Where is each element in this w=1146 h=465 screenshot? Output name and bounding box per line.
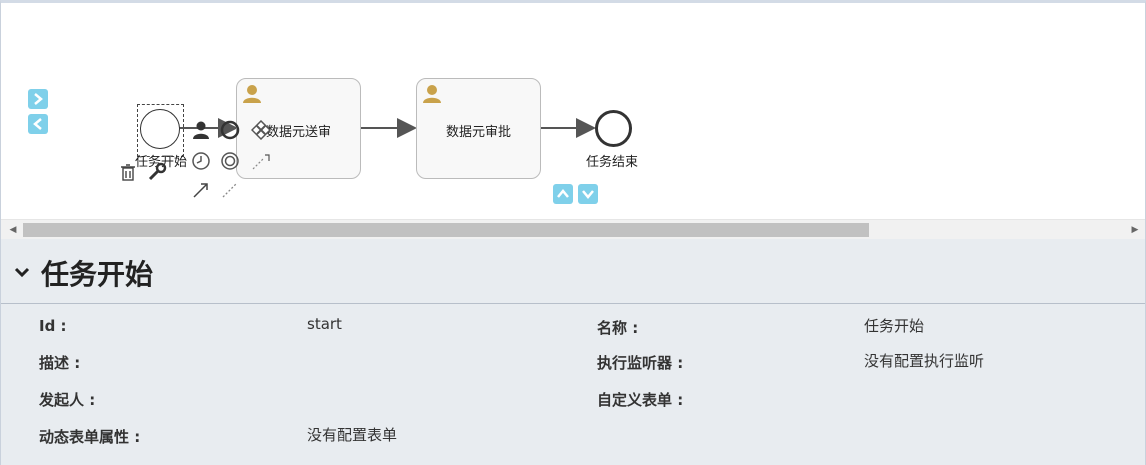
wrench-icon xyxy=(148,162,167,181)
add-timer-event-tool[interactable] xyxy=(191,151,211,171)
move-up-button[interactable] xyxy=(553,184,573,204)
user-icon xyxy=(193,121,209,139)
end-event-label: 任务结束 xyxy=(586,155,639,170)
dynamic-form-label: 动态表单属性 : xyxy=(39,428,141,446)
add-intermediate-event-tool[interactable] xyxy=(220,151,240,171)
start-event[interactable] xyxy=(140,109,180,149)
properties-header[interactable]: 任务开始 xyxy=(1,239,1145,304)
delete-tool[interactable] xyxy=(118,162,138,182)
horizontal-scrollbar[interactable]: ◀ ▶ xyxy=(1,219,1145,239)
user-icon xyxy=(423,85,441,103)
task-label: 数据元审批 xyxy=(445,125,511,140)
description-label: 描述 : xyxy=(39,354,81,372)
add-annotation-tool[interactable] xyxy=(251,151,271,171)
name-label: 名称 : xyxy=(597,319,639,337)
custom-form-value[interactable] xyxy=(864,387,1124,407)
move-down-button[interactable] xyxy=(578,184,598,204)
user-icon xyxy=(243,85,261,103)
scrollbar-thumb[interactable] xyxy=(23,223,869,237)
change-type-tool[interactable] xyxy=(147,162,167,182)
add-gateway-tool[interactable] xyxy=(251,120,271,140)
circle-icon xyxy=(220,120,240,140)
id-value[interactable]: start xyxy=(307,315,342,333)
initiator-label: 发起人 : xyxy=(39,391,96,409)
add-user-task-tool[interactable] xyxy=(191,120,211,140)
double-circle-icon xyxy=(221,152,239,170)
properties-title: 任务开始 xyxy=(41,258,154,291)
dynamic-form-value[interactable]: 没有配置表单 xyxy=(307,424,397,445)
task-node-2[interactable]: 数据元审批 xyxy=(416,78,541,179)
initiator-value[interactable] xyxy=(307,387,567,407)
arrow-icon xyxy=(193,183,208,198)
diagram-canvas[interactable]: 任务开始 数据元送审 数据元审批 任务结束 xyxy=(1,3,1145,219)
gateway-icon xyxy=(251,120,271,140)
trash-icon xyxy=(121,164,135,181)
id-label: Id : xyxy=(39,317,67,335)
description-value[interactable] xyxy=(307,350,567,370)
timer-icon xyxy=(192,152,210,170)
name-value[interactable]: 任务开始 xyxy=(864,315,924,336)
association-tool[interactable] xyxy=(220,180,240,200)
chevron-down-icon[interactable] xyxy=(13,263,31,281)
chevron-up-icon xyxy=(557,189,569,198)
annotation-icon xyxy=(252,154,270,170)
add-end-event-tool[interactable] xyxy=(220,120,240,140)
properties-panel: 任务开始 Id : start 名称 : 任务开始 描述 : 执行监听器 : 没… xyxy=(1,239,1145,465)
execution-listener-value[interactable]: 没有配置执行监听 xyxy=(864,350,984,371)
scroll-right-arrow[interactable]: ▶ xyxy=(1125,220,1145,240)
app-window: 任务开始 数据元送审 数据元审批 任务结束 ◀ ▶ 任务开始 Id: star… xyxy=(0,0,1146,465)
chevron-down-icon xyxy=(582,190,594,199)
execution-listener-label: 执行监听器 : xyxy=(597,354,684,372)
custom-form-label: 自定义表单 : xyxy=(597,391,684,409)
dotted-line-icon xyxy=(222,182,238,198)
scroll-left-arrow[interactable]: ◀ xyxy=(3,220,23,240)
connect-flow-tool[interactable] xyxy=(191,180,211,200)
end-event[interactable] xyxy=(595,110,632,147)
